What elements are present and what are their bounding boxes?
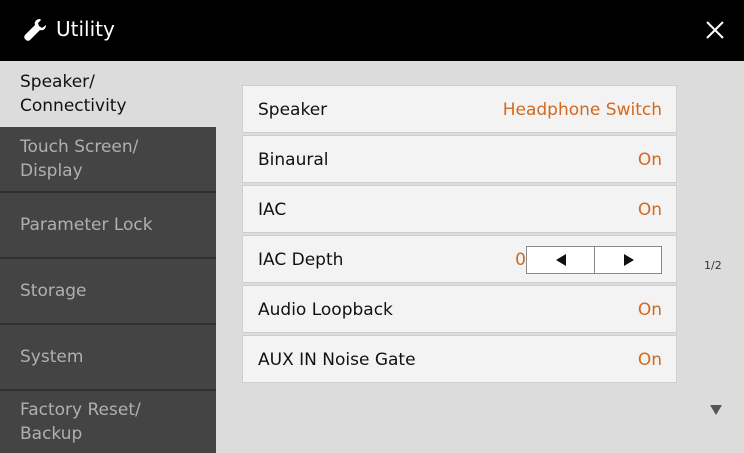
triangle-right-icon xyxy=(623,254,634,266)
setting-row-binaural[interactable]: Binaural On xyxy=(242,135,677,183)
scroll-down-icon[interactable] xyxy=(710,405,722,415)
title-bar: Utility xyxy=(0,0,744,61)
setting-row-iac-depth[interactable]: IAC Depth 0 xyxy=(242,235,677,283)
setting-value: 0 xyxy=(515,250,526,270)
sidebar-item-label: Storage xyxy=(20,281,87,301)
settings-panel: Speaker Headphone Switch Binaural On IAC… xyxy=(216,61,744,453)
setting-label: AUX IN Noise Gate xyxy=(258,350,416,370)
sidebar-item-label: Speaker/ Connectivity xyxy=(20,72,127,116)
sidebar-item-system[interactable]: System xyxy=(0,325,216,391)
setting-label: IAC Depth xyxy=(258,250,344,270)
decrement-button[interactable] xyxy=(527,247,594,273)
setting-row-iac[interactable]: IAC On xyxy=(242,185,677,233)
window-title: Utility xyxy=(56,17,115,41)
setting-value: On xyxy=(637,200,662,220)
iac-depth-stepper xyxy=(526,246,662,274)
sidebar-item-speaker-connectivity[interactable]: Speaker/ Connectivity xyxy=(0,61,216,127)
sidebar: Speaker/ Connectivity Touch Screen/ Disp… xyxy=(0,61,216,453)
setting-label: IAC xyxy=(258,200,287,220)
setting-value: On xyxy=(637,300,662,320)
sidebar-item-label: Parameter Lock xyxy=(20,215,153,235)
setting-value: On xyxy=(637,150,662,170)
setting-value: Headphone Switch xyxy=(502,100,662,120)
setting-value: On xyxy=(637,350,662,370)
sidebar-item-label: Factory Reset/ Backup xyxy=(20,400,141,444)
sidebar-item-storage[interactable]: Storage xyxy=(0,259,216,325)
setting-row-aux-in-noise-gate[interactable]: AUX IN Noise Gate On xyxy=(242,335,677,383)
setting-row-speaker[interactable]: Speaker Headphone Switch xyxy=(242,85,677,133)
setting-row-audio-loopback[interactable]: Audio Loopback On xyxy=(242,285,677,333)
wrench-icon xyxy=(24,19,46,41)
page-indicator: 1/2 xyxy=(704,259,722,272)
sidebar-item-touch-screen-display[interactable]: Touch Screen/ Display xyxy=(0,127,216,193)
sidebar-item-label: Touch Screen/ Display xyxy=(20,137,139,181)
increment-button[interactable] xyxy=(595,247,662,273)
sidebar-item-factory-reset-backup[interactable]: Factory Reset/ Backup xyxy=(0,391,216,453)
sidebar-item-parameter-lock[interactable]: Parameter Lock xyxy=(0,193,216,259)
setting-label: Binaural xyxy=(258,150,329,170)
triangle-left-icon xyxy=(555,254,566,266)
setting-label: Speaker xyxy=(258,100,328,120)
close-icon[interactable] xyxy=(702,17,728,43)
setting-label: Audio Loopback xyxy=(258,300,393,320)
sidebar-item-label: System xyxy=(20,347,84,367)
